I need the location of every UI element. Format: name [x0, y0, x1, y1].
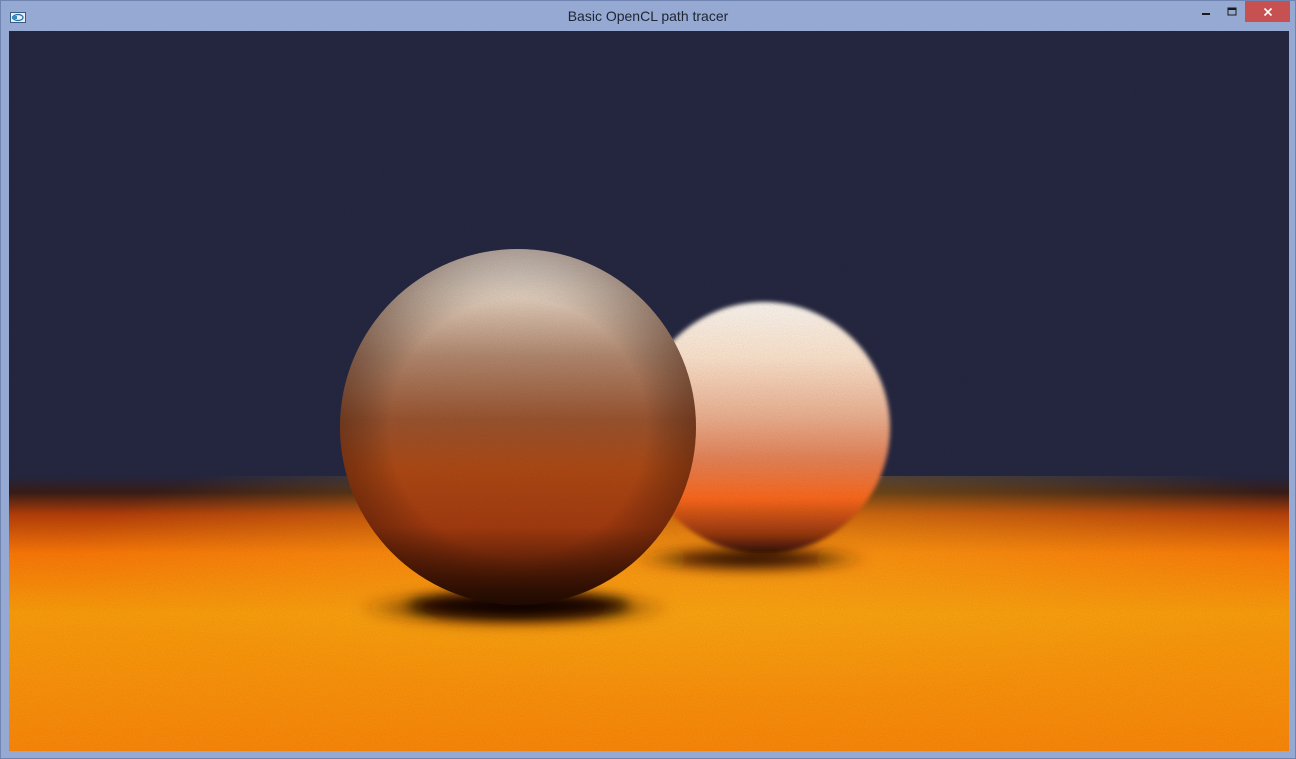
render-noise [9, 31, 1289, 751]
path-traced-scene [9, 31, 1289, 751]
app-window: Basic OpenCL path tracer [0, 0, 1296, 759]
title-bar[interactable]: Basic OpenCL path tracer [1, 1, 1295, 31]
close-icon [1263, 7, 1273, 17]
close-button[interactable] [1245, 1, 1290, 22]
render-viewport[interactable] [9, 31, 1289, 751]
maximize-button[interactable] [1219, 1, 1245, 22]
minimize-button[interactable] [1193, 1, 1219, 22]
minimize-icon [1201, 7, 1211, 17]
window-title: Basic OpenCL path tracer [567, 8, 729, 24]
maximize-icon [1227, 7, 1237, 17]
